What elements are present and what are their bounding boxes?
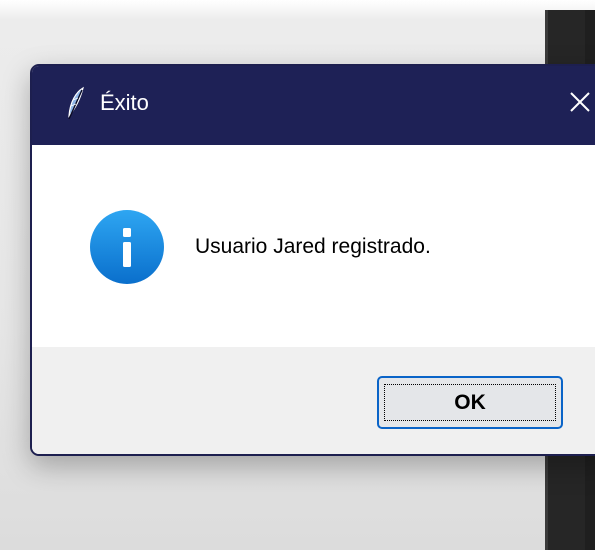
ok-button[interactable]: OK [377,376,563,429]
desktop-background: Éxito Usuario Jared registrado. OK [0,0,595,550]
dialog-content: Usuario Jared registrado. [32,145,595,347]
dialog-title: Éxito [100,90,149,115]
dialog-footer: OK [32,347,595,454]
dialog-message: Usuario Jared registrado. [195,235,431,258]
feather-icon [66,86,88,122]
ok-button-label: OK [454,390,486,414]
info-icon [88,208,166,286]
close-icon [568,90,592,119]
message-dialog: Éxito Usuario Jared registrado. OK [30,64,595,456]
close-button[interactable] [560,84,595,124]
dialog-titlebar[interactable]: Éxito [32,66,595,145]
